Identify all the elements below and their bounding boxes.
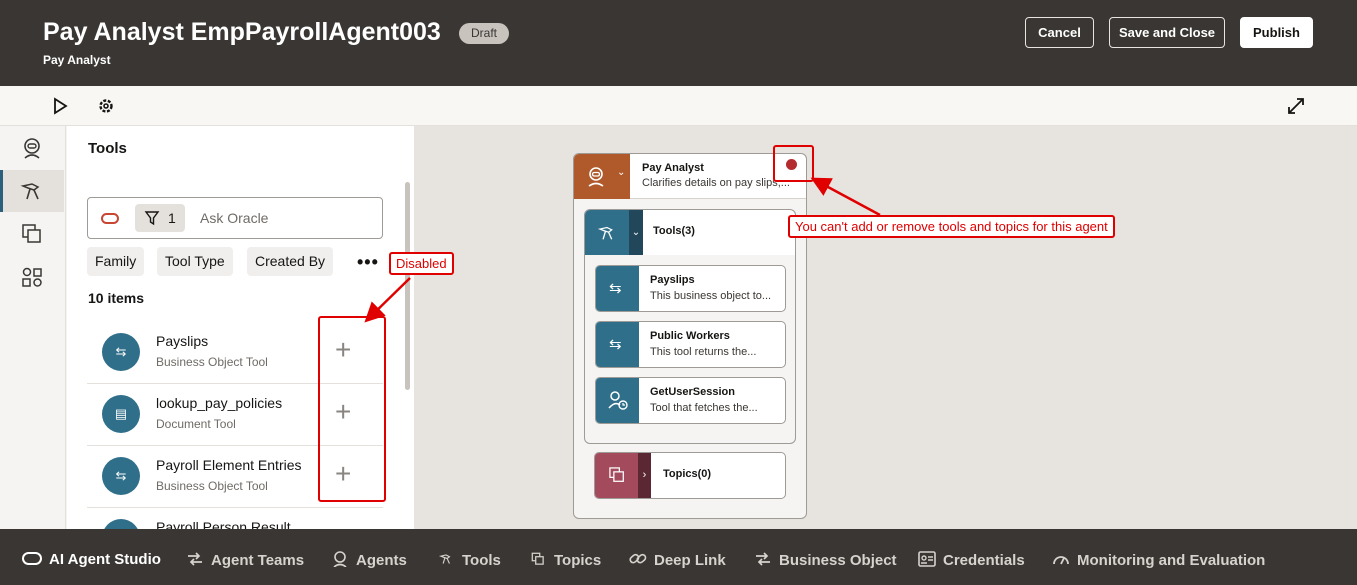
business-object-icon: ⇆ — [596, 322, 639, 367]
filter-created-by[interactable]: Created By — [247, 247, 334, 276]
tools-group: ⌄ Tools(3) ⇆ Payslips This business obje… — [584, 209, 796, 444]
nav-tools[interactable]: Tools — [437, 551, 501, 569]
agent-teams-icon — [188, 552, 202, 566]
filter-family[interactable]: Family — [87, 247, 145, 276]
tool-description: This tool returns the... — [650, 346, 757, 358]
play-icon[interactable] — [48, 94, 72, 118]
agent-name: Pay Analyst — [642, 162, 704, 174]
item-name: Payroll Person Result — [156, 519, 291, 529]
topics-count-label: Topics(0) — [663, 468, 712, 480]
topics-icon — [531, 552, 544, 565]
agent-card: ⌄ Pay Analyst Clarifies details on pay s… — [573, 153, 807, 519]
tools-group-header[interactable]: ⌄ Tools(3) — [585, 210, 795, 255]
gear-icon[interactable] — [94, 94, 118, 118]
nav-business-object[interactable]: Business Object — [754, 551, 897, 569]
chevron-down-icon[interactable]: ⌄ — [629, 210, 643, 255]
publish-button[interactable]: Publish — [1240, 17, 1313, 48]
topics-icon — [609, 467, 624, 482]
nav-monitoring-evaluation[interactable]: Monitoring and Evaluation — [1052, 551, 1265, 569]
topics-group[interactable]: › Topics(0) — [594, 452, 786, 499]
search-input[interactable]: 1 Ask Oracle — [87, 197, 383, 239]
nav-credentials[interactable]: Credentials — [918, 551, 1025, 569]
agent-thumbnail: ⌄ — [574, 154, 630, 199]
user-session-icon — [596, 378, 639, 423]
tool-card[interactable]: GetUserSession Tool that fetches the... — [595, 377, 786, 424]
expand-icon[interactable] — [1284, 94, 1308, 118]
business-object-icon: ⇆ — [102, 519, 140, 529]
oracle-icon — [101, 213, 119, 224]
filter-count-button[interactable]: 1 — [135, 204, 185, 232]
left-rail — [0, 126, 66, 529]
tool-name: GetUserSession — [650, 386, 735, 398]
tools-count-label: Tools(3) — [653, 225, 695, 237]
nav-ai-agent-studio[interactable]: AI Agent Studio — [22, 551, 161, 568]
business-object-icon: ⇆ — [102, 333, 140, 371]
tool-name: Payslips — [650, 274, 695, 286]
canvas-toolbar — [0, 86, 1357, 126]
canvas-area: ⌄ Pay Analyst Clarifies details on pay s… — [414, 126, 1357, 529]
search-placeholder: Ask Oracle — [200, 210, 269, 226]
tools-icon — [438, 554, 451, 564]
tool-card[interactable]: ⇆ Payslips This business object to... — [595, 265, 786, 312]
status-badge: Draft — [459, 23, 509, 44]
page-title: Pay Analyst EmpPayrollAgent003 — [43, 18, 441, 46]
item-type: Business Object Tool — [156, 355, 268, 369]
agents-icon — [333, 551, 347, 567]
tool-name: Public Workers — [650, 330, 730, 342]
agent-header[interactable]: ⌄ Pay Analyst Clarifies details on pay s… — [574, 154, 806, 199]
nav-agents[interactable]: Agents — [331, 551, 407, 569]
business-object-icon: ⇆ — [102, 457, 140, 495]
monitoring-icon — [1053, 556, 1069, 565]
tool-card[interactable]: ⇆ Public Workers This tool returns the..… — [595, 321, 786, 368]
agent-icon — [588, 167, 604, 187]
item-type: Business Object Tool — [156, 479, 268, 493]
filter-count: 1 — [168, 210, 176, 226]
item-name: Payroll Element Entries — [156, 457, 302, 473]
agent-icon[interactable] — [18, 134, 46, 162]
link-icon — [629, 553, 647, 564]
oracle-icon — [22, 552, 42, 565]
topics-icon[interactable] — [18, 220, 46, 248]
filter-icon — [144, 211, 160, 226]
settings-grid-icon[interactable] — [18, 263, 46, 291]
scrollbar[interactable] — [405, 182, 410, 390]
business-object-icon: ⇆ — [596, 266, 639, 311]
tools-icon[interactable] — [18, 177, 46, 205]
page-header: Pay Analyst EmpPayrollAgent003 Draft Pay… — [0, 0, 1357, 86]
item-count: 10 items — [88, 290, 145, 306]
business-object-icon — [756, 552, 770, 566]
cannot-add-callout: You can't add or remove tools and topics… — [788, 215, 1115, 238]
tools-icon — [597, 226, 613, 240]
chevron-right-icon[interactable]: › — [638, 453, 651, 498]
bottom-navigation: AI Agent Studio Agent Teams Agents Tools… — [0, 529, 1357, 585]
page-subtitle: Pay Analyst — [43, 53, 111, 67]
nav-deep-link[interactable]: Deep Link — [629, 551, 726, 569]
credentials-icon — [918, 551, 936, 567]
tool-description: This business object to... — [650, 290, 772, 302]
topics-thumbnail — [595, 453, 638, 498]
tools-thumbnail — [585, 210, 629, 255]
filter-tool-type[interactable]: Tool Type — [157, 247, 233, 276]
item-name: Payslips — [156, 333, 209, 349]
chevron-down-icon[interactable]: ⌄ — [617, 167, 625, 178]
disabled-highlight-box — [318, 316, 386, 502]
agent-description: Clarifies details on pay slips,... — [642, 177, 790, 189]
tool-description: Tool that fetches the... — [650, 402, 758, 414]
disabled-callout: Disabled — [389, 252, 454, 275]
save-and-close-button[interactable]: Save and Close — [1109, 17, 1225, 48]
item-type: Document Tool — [156, 417, 236, 431]
more-filters-button[interactable]: ••• — [357, 252, 379, 273]
document-icon: ▤ — [102, 395, 140, 433]
cancel-button[interactable]: Cancel — [1025, 17, 1094, 48]
no-entry-highlight-box — [773, 145, 814, 182]
item-name: lookup_pay_policies — [156, 395, 283, 411]
list-item[interactable]: ⇆ Payroll Person Result — [87, 508, 383, 529]
nav-agent-teams[interactable]: Agent Teams — [186, 551, 304, 569]
panel-title: Tools — [88, 140, 127, 157]
nav-topics[interactable]: Topics — [529, 551, 601, 569]
